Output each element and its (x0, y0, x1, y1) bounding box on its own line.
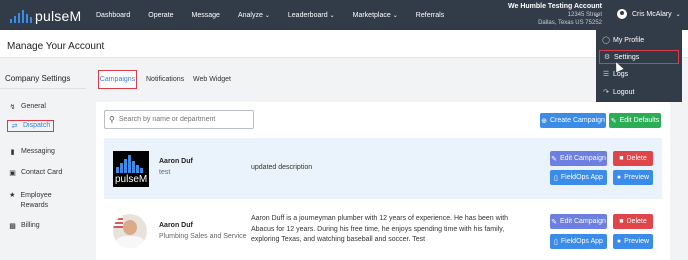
nav-marketplace[interactable]: Marketplace ⌄ (353, 12, 398, 19)
campaign-department: Plumbing Sales and Service (159, 233, 247, 240)
account-city: Dallas, Texas US 75252 (538, 20, 602, 26)
sidebar-item-employee-rewards[interactable]: ★ Employee Rewards (8, 191, 78, 211)
user-icon: ● (616, 238, 622, 245)
preview-button[interactable]: ● Preview (613, 234, 653, 249)
flag-background (113, 214, 123, 228)
menu-item-settings[interactable]: ⚙ Settings (599, 50, 679, 64)
tab-campaigns[interactable]: Campaigns (98, 70, 137, 89)
pulsem-logo[interactable]: pulseM (10, 7, 81, 23)
mobile-icon: ▯ (554, 238, 558, 246)
sidebar-item-general[interactable]: ↯ General (8, 103, 46, 111)
trash-icon: ■ (619, 218, 624, 225)
campaign-description: updated description (251, 164, 313, 171)
nav-referrals[interactable]: Referrals (416, 12, 444, 19)
preview-button[interactable]: ● Preview (613, 170, 653, 185)
employee-photo (113, 214, 147, 248)
edit-defaults-button[interactable]: ✎ Edit Defaults (609, 113, 661, 128)
logo-bars-icon (116, 155, 143, 173)
user-circle-icon: ◯ (602, 37, 610, 44)
delete-button[interactable]: ■ Delete (613, 151, 653, 166)
nav-operate[interactable]: Operate (148, 12, 173, 19)
account-name: We Humble Testing Account (508, 3, 602, 10)
user-avatar-icon (617, 9, 627, 19)
search-box[interactable]: ⚲ (104, 110, 254, 129)
menu-item-my-profile[interactable]: ◯ My Profile (599, 33, 679, 47)
user-icon: ● (616, 174, 622, 181)
mobile-icon: ▯ (554, 174, 558, 182)
campaign-logo-image: pulseM (113, 151, 149, 187)
trash-icon: ■ (619, 155, 624, 162)
employee-shirt (116, 236, 144, 248)
user-menu[interactable]: Cris McAlary ⌄ (617, 9, 681, 19)
edit-campaign-button[interactable]: ✎ Edit Campaign (550, 214, 607, 229)
menu-item-logs[interactable]: ☰ Logs (599, 67, 679, 81)
fieldops-app-button[interactable]: ▯ FieldOps App (550, 170, 607, 185)
nav-message[interactable]: Message (192, 12, 220, 19)
search-input[interactable] (118, 116, 245, 123)
logo-text: pulseM (115, 174, 148, 185)
campaign-name: Aaron Duf (159, 222, 193, 229)
sidebar-item-messaging[interactable]: ▮ Messaging (8, 148, 55, 156)
account-switcher[interactable]: We Humble Testing Account 12345 Street D… (506, 3, 602, 27)
sidebar-heading: Company Settings (5, 74, 71, 83)
wallet-icon: ▩ (9, 223, 16, 230)
nav-leaderboard[interactable]: Leaderboard ⌄ (288, 12, 335, 19)
edit-campaign-button[interactable]: ✎ Edit Campaign (550, 151, 607, 166)
main-nav: Dashboard Operate Message Analyze ⌄ Leade… (96, 0, 462, 30)
logo-text: pulseM (35, 8, 82, 24)
campaign-name: Aaron Duf (159, 158, 193, 165)
tab-web-widget[interactable]: Web Widget (193, 76, 231, 83)
campaign-description: Aaron Duff is a journeyman plumber with … (251, 215, 509, 243)
swap-icon: ⇄ (11, 123, 18, 130)
sidebar-item-billing[interactable]: ▩ Billing (8, 222, 40, 230)
plus-circle-icon: ⊕ (541, 117, 547, 125)
id-card-icon: ▣ (9, 170, 16, 177)
chevron-down-icon: ⌄ (264, 12, 270, 19)
fieldops-app-button[interactable]: ▯ FieldOps App (550, 234, 607, 249)
logo-bars-icon (10, 10, 32, 23)
campaign-department: test (159, 169, 171, 176)
pencil-icon: ✎ (551, 218, 557, 226)
pencil-icon: ✎ (610, 117, 617, 125)
employee-face (123, 220, 137, 235)
top-navbar: pulseM Dashboard Operate Message Analyze… (0, 0, 688, 30)
delete-button[interactable]: ■ Delete (613, 214, 653, 229)
log-icon: ☰ (602, 71, 610, 78)
tab-notifications[interactable]: Notifications (146, 76, 184, 83)
user-dropdown-menu: ◯ My Profile ⚙ Settings ☰ Logs ↷ Logout (596, 30, 682, 102)
chevron-down-icon: ⌄ (329, 12, 335, 19)
account-street: 12345 Street (567, 12, 602, 18)
sidebar-item-dispatch[interactable]: ⇄ Dispatch (7, 120, 55, 132)
logout-icon: ↷ (603, 89, 609, 96)
chevron-down-icon: ⌄ (392, 12, 398, 19)
create-campaign-button[interactable]: ⊕ Create Campaign (540, 113, 606, 128)
sidebar-divider (0, 88, 86, 89)
trophy-icon: ★ (9, 192, 16, 199)
chevron-down-icon[interactable]: ⌄ (594, 11, 600, 19)
gear-icon: ⚙ (603, 54, 611, 61)
pencil-icon: ✎ (551, 155, 557, 163)
sidebar-item-contact-card[interactable]: ▣ Contact Card (8, 169, 62, 177)
page-title: Manage Your Account (7, 41, 105, 52)
chevron-down-icon: ⌄ (675, 11, 681, 18)
user-name: Cris McAlary (632, 10, 672, 18)
chart-line-icon: ↯ (9, 104, 16, 111)
nav-analyze[interactable]: Analyze ⌄ (238, 12, 270, 19)
menu-item-logout[interactable]: ↷ Logout (599, 85, 679, 99)
search-icon: ⚲ (109, 115, 115, 124)
nav-dashboard[interactable]: Dashboard (96, 12, 130, 19)
chat-icon: ▮ (10, 149, 15, 156)
